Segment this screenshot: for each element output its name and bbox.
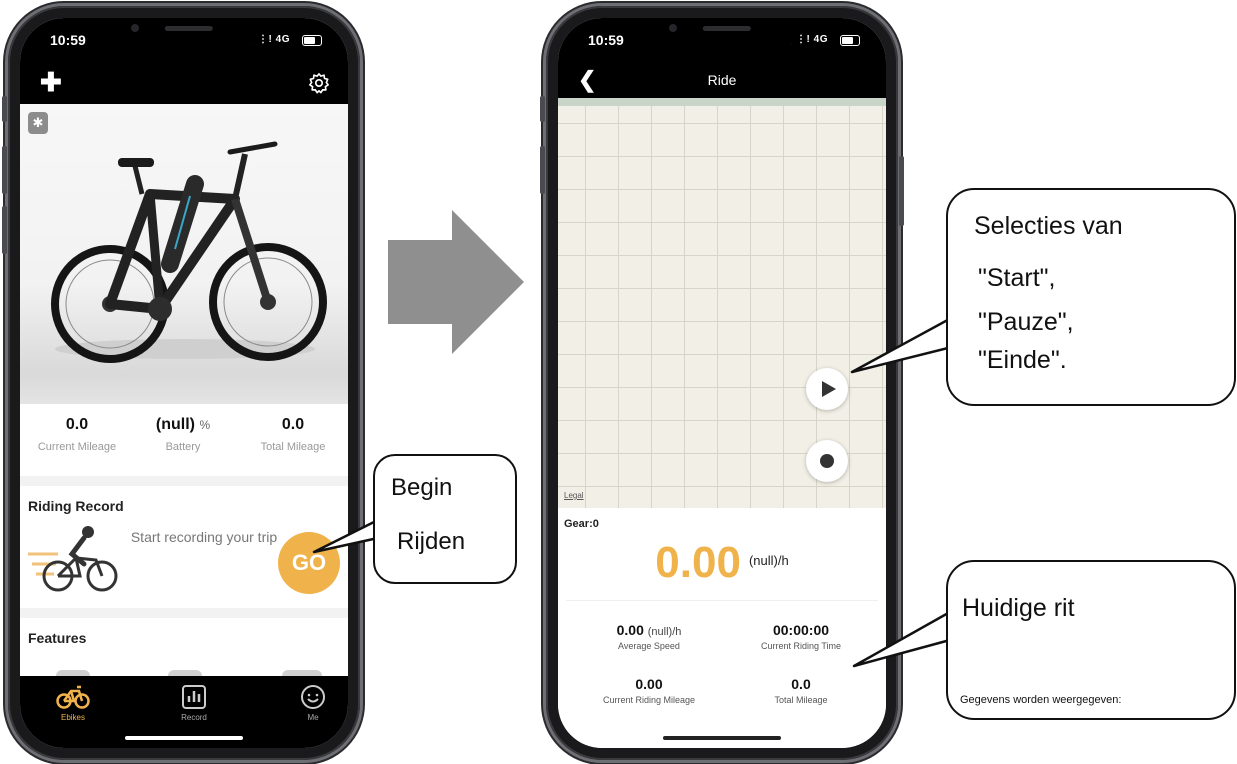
callout-current-subtitle: Gegevens worden weergegeven: [960, 694, 1122, 706]
callout-begin-line1: Begin [391, 474, 453, 501]
callout-selections: Selecties van "Start", "Pauze", "Einde". [946, 188, 1236, 406]
callout-current-title: Huidige rit [962, 594, 1075, 622]
callout-selection-line: "Start", [978, 264, 1056, 292]
notch [647, 18, 797, 48]
callout-selection-line: "Pauze", [978, 308, 1074, 336]
callout-current-ride: Huidige rit Gegevens worden weergegeven: [946, 560, 1236, 720]
callout-begin-line2: Rijden [397, 528, 466, 555]
callout-selection-line: Selecties van [974, 212, 1123, 240]
notch [109, 18, 259, 48]
callout-begin-riding: Begin Rijden [373, 454, 517, 584]
callout-selection-line: "Einde". [978, 346, 1067, 374]
